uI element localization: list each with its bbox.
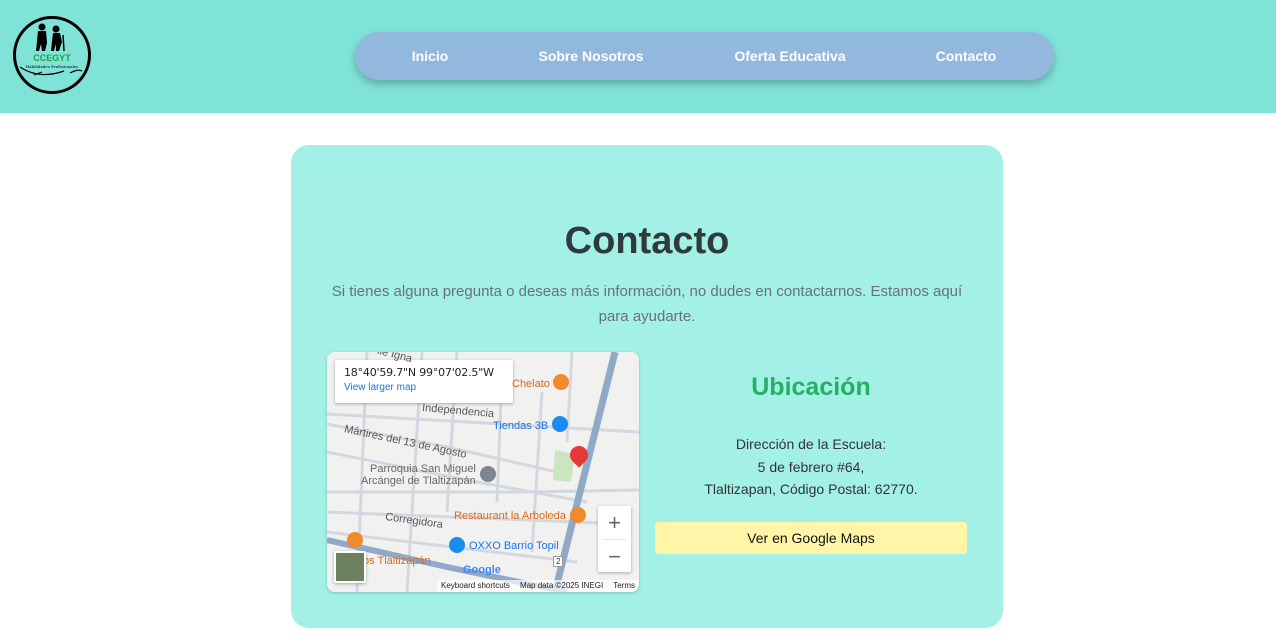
main-nav: Inicio Sobre Nosotros Oferta Educativa C…: [355, 32, 1054, 80]
coordinates-readout: 18°40'59.7"N 99°07'02.5"W: [344, 366, 494, 379]
nav-inicio[interactable]: Inicio: [412, 48, 449, 64]
embedded-map[interactable]: 18°40'59.7"N 99°07'02.5"W View larger ma…: [327, 352, 639, 592]
nav-oferta-educativa[interactable]: Oferta Educativa: [734, 48, 845, 64]
logo-subtext: Habilidades Profesionales: [25, 64, 79, 69]
terms-link[interactable]: Terms: [613, 581, 635, 591]
map-data-attribution: Map data ©2025 INEGI: [519, 581, 604, 590]
coordinate-card: 18°40'59.7"N 99°07'02.5"W View larger ma…: [335, 360, 513, 403]
keyboard-shortcuts-link[interactable]: Keyboard shortcuts: [441, 581, 510, 591]
map-label-oxxo: OXXO Barrio Topil: [469, 540, 559, 552]
map-label-parroquia-1: Parroquia San Miguel: [370, 463, 476, 475]
map-label-chelato: Chelato: [512, 378, 550, 390]
address-line-1: Dirección de la Escuela:: [735, 436, 887, 452]
address-line-2: 5 de febrero #64,: [757, 458, 865, 475]
restaurant-pin-icon: [553, 374, 569, 390]
page-title: Contacto: [564, 220, 730, 262]
shop-pin-icon: [552, 416, 568, 432]
map-label-arboleda: Restaurant la Arboleda: [454, 510, 566, 522]
google-maps-button[interactable]: Ver en Google Maps: [655, 522, 967, 554]
logo-text: CCEGYT: [33, 53, 71, 63]
map-label-tlaltizapan: os Tlaltizapán: [363, 555, 431, 567]
nav-sobre-nosotros[interactable]: Sobre Nosotros: [538, 48, 643, 64]
address-line-3: Tlaltizapan, Código Postal: 62770.: [704, 481, 918, 497]
site-header: CCEGYT Habilidades Profesionales Inicio …: [0, 0, 1276, 113]
contact-card: Contacto Si tienes alguna pregunta o des…: [291, 145, 1003, 628]
restaurant-pin-3-icon: [347, 532, 363, 548]
zoom-controls: + −: [598, 506, 631, 572]
address-block: Dirección de la Escuela: 5 de febrero #6…: [655, 433, 967, 501]
nav-contacto[interactable]: Contacto: [936, 48, 997, 64]
intro-text: Si tienes alguna pregunta o deseas más i…: [331, 283, 963, 325]
store-pin-icon: [449, 537, 465, 553]
zoom-in-button[interactable]: +: [598, 506, 631, 539]
restaurant-pin-2-icon: [570, 507, 586, 523]
road-number-label: 2: [553, 556, 564, 567]
map-footer: Keyboard shortcuts Map data ©2025 INEGI …: [437, 580, 639, 592]
map-label-parroquia-2: Arcángel de Tlaltizapán: [361, 475, 476, 487]
logo[interactable]: CCEGYT Habilidades Profesionales: [12, 15, 92, 95]
satellite-toggle-button[interactable]: [334, 551, 366, 583]
map-label-tiendas: Tiendas 3B: [493, 420, 549, 432]
view-larger-map-link[interactable]: View larger map: [344, 382, 504, 393]
google-logo: Google: [463, 564, 501, 576]
location-heading: Ubicación: [751, 373, 871, 401]
church-pin-icon: [480, 466, 496, 482]
zoom-out-button[interactable]: −: [598, 540, 631, 573]
